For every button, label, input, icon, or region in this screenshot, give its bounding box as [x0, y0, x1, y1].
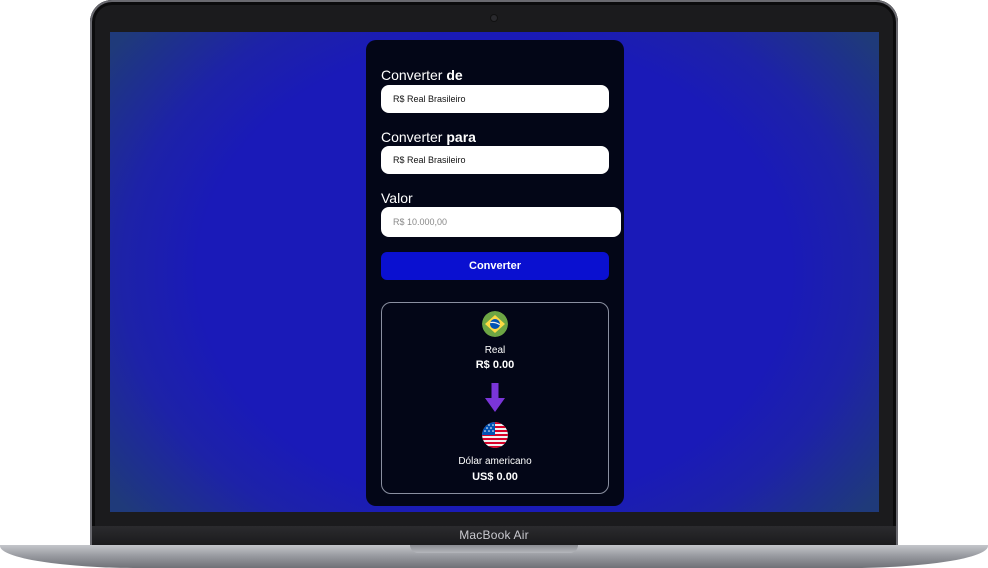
to-currency-value: R$ Real Brasileiro	[393, 155, 466, 165]
to-currency-select[interactable]: R$ Real Brasileiro	[381, 146, 609, 174]
to-label-bold: para	[446, 129, 476, 145]
from-label: Converter de	[381, 67, 463, 83]
amount-label: Valor	[381, 190, 413, 206]
brazil-flag-icon	[482, 311, 508, 337]
source-currency-value: R$ 0.00	[475, 359, 515, 371]
from-label-bold: de	[446, 67, 463, 83]
target-currency-name: Dólar americano	[458, 456, 532, 467]
convert-button[interactable]: Converter	[381, 252, 609, 280]
to-label: Converter para	[381, 129, 476, 145]
amount-input[interactable]: R$ 10.000,00	[381, 207, 621, 237]
converter-card: Converter de R$ Real Brasileiro Converte…	[366, 40, 624, 506]
result-panel: Real R$ 0.00 Dólar americano US$ 0.00	[381, 302, 609, 494]
to-label-prefix: Converter	[381, 129, 443, 145]
device-brand: MacBook Air	[459, 528, 529, 542]
arrow-down-icon	[485, 383, 505, 413]
amount-placeholder: R$ 10.000,00	[393, 217, 448, 227]
usa-flag-icon	[482, 422, 508, 448]
screen: Converter de R$ Real Brasileiro Converte…	[110, 32, 879, 512]
laptop-notch	[410, 545, 578, 553]
target-currency-value: US$ 0.00	[472, 471, 518, 483]
from-label-prefix: Converter	[381, 67, 443, 83]
source-currency-name: Real	[484, 345, 506, 356]
from-currency-select[interactable]: R$ Real Brasileiro	[381, 85, 609, 113]
from-currency-value: R$ Real Brasileiro	[393, 94, 466, 104]
camera-icon	[491, 15, 497, 21]
